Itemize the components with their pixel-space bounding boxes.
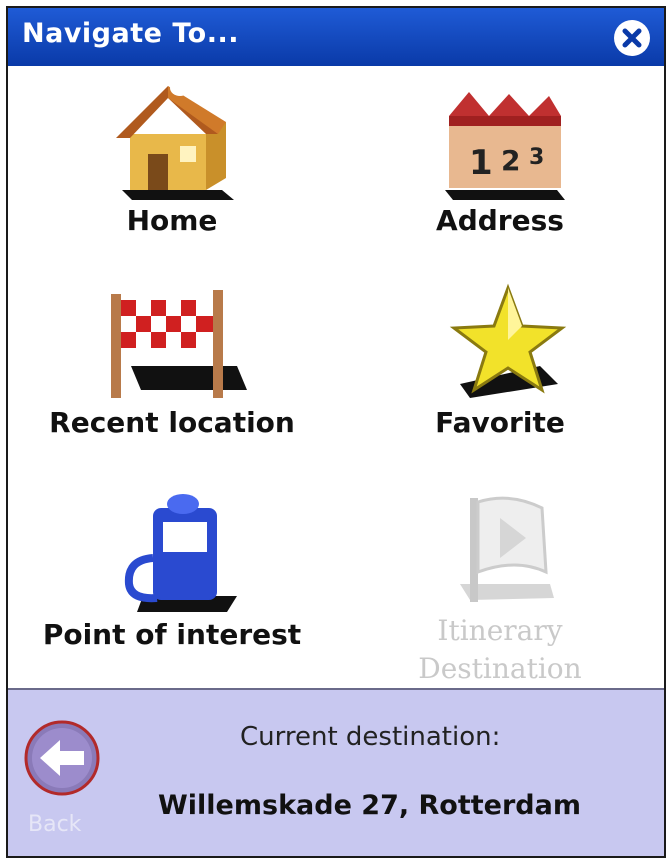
address-label: Address (436, 204, 564, 237)
destination-menu: Home 1 2 3 Address Recent location Favor… (8, 66, 664, 690)
title-bar: Navigate To... (8, 8, 664, 66)
point-of-interest-label: Point of interest (42, 618, 302, 651)
itinerary-flag-icon (460, 496, 554, 602)
home-button[interactable]: Home (8, 66, 336, 274)
itinerary-destination-label: Itinerary Destination (418, 612, 581, 688)
close-icon (622, 28, 642, 48)
svg-text:3: 3 (529, 145, 544, 170)
star-icon (449, 283, 567, 398)
recent-location-button[interactable]: Recent location (8, 274, 336, 482)
numbered-buildings-icon: 1 2 3 (445, 92, 565, 200)
svg-text:1: 1 (469, 143, 493, 183)
recent-location-label: Recent location (49, 406, 295, 439)
current-destination-value: Willemskade 27, Rotterdam (158, 790, 581, 821)
house-icon (116, 80, 234, 200)
itinerary-label-line1: Itinerary (437, 614, 563, 647)
back-button[interactable] (22, 718, 102, 798)
svg-text:2: 2 (501, 144, 520, 177)
current-destination-label: Current destination: (240, 722, 501, 752)
point-of-interest-button[interactable]: Point of interest (8, 482, 336, 690)
window-title: Navigate To... (22, 18, 239, 49)
home-label: Home (126, 204, 218, 237)
back-arrow-icon (24, 720, 100, 796)
checkered-flag-icon (111, 290, 247, 398)
fuel-pump-icon (124, 494, 237, 612)
back-label: Back (28, 812, 82, 837)
itinerary-destination-button[interactable]: Itinerary Destination (336, 482, 664, 690)
close-button[interactable] (614, 20, 650, 56)
favorite-button[interactable]: Favorite (336, 274, 664, 482)
favorite-label: Favorite (435, 406, 565, 439)
itinerary-label-line2: Destination (418, 652, 582, 685)
status-footer: Back Current destination: Willemskade 27… (8, 688, 664, 856)
navigate-to-window: Navigate To... Home 1 2 3 Address Recent… (6, 6, 666, 858)
address-button[interactable]: 1 2 3 Address (336, 66, 664, 274)
